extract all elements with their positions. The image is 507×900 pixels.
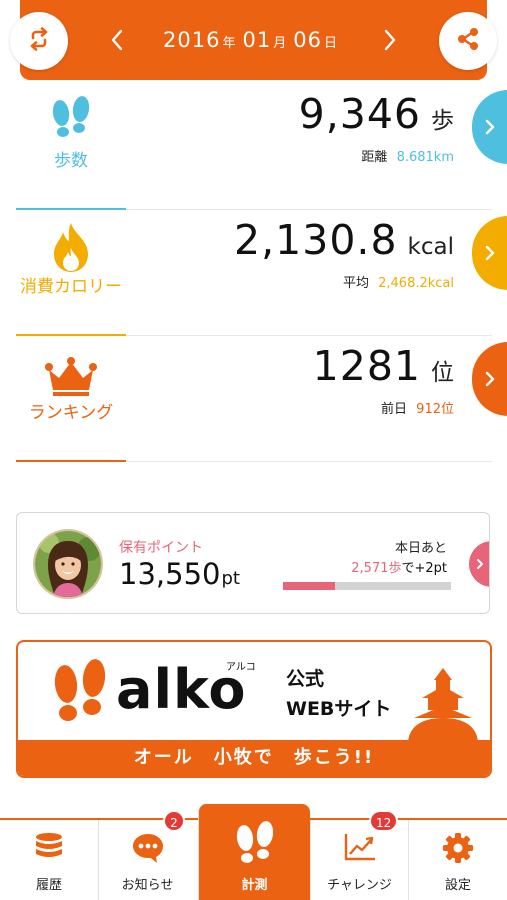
tab-notices[interactable]: お知らせ 2 [98,810,196,900]
footprints-logo-icon [50,656,112,732]
ranking-label: ランキング [28,403,114,423]
date-year-unit: 年 [222,36,236,51]
tab-history[interactable]: 履歴 [0,820,98,900]
points-label: 保有ポイント [119,540,203,556]
tab-measure-label: 計測 [241,878,268,893]
tab-challenge-label: チャレンジ [327,878,392,893]
divider [126,461,492,462]
previous-day-line: 前日 912位 [381,398,454,417]
steps-unit: 歩 [431,108,454,134]
banner-official: 公式 [286,668,325,690]
date-day-unit: 日 [323,36,337,51]
average-label: 平均 [342,276,369,291]
calories-row: 消費カロリー 2,130.8 kcal 平均 2,468.2kcal [16,210,507,336]
points-value: 13,550 [119,557,221,591]
banner-website: WEBサイト [286,698,392,720]
distance-value: 8.681km [396,150,454,165]
alko-website-banner[interactable]: alko アルコ 公式 WEBサイト オール 小牧で 歩こう!! [16,640,492,778]
remaining-steps: 2,571歩 [351,561,402,576]
points-card[interactable]: 保有ポイント 13,550 pt 本日あと 2,571歩で+2pt [16,512,490,614]
calories-unit: kcal [407,234,454,260]
date-month-unit: 月 [273,36,287,51]
ranking-unit: 位 [431,360,454,386]
points-progress-bar [283,582,451,590]
chevron-right-icon [485,119,495,135]
tab-settings[interactable]: 設定 [408,820,507,900]
steps-value: 9,346 [298,90,421,138]
points-value-group: 13,550 pt [119,557,240,591]
ranking-underline [16,460,126,462]
tab-history-label: 履歴 [35,878,62,893]
notices-badge: 2 [163,810,185,832]
chevron-right-icon [485,371,495,387]
steps-tile[interactable]: 歩数 [16,84,126,210]
previous-day-value: 912位 [416,402,454,417]
banner-slogan: オール 小牧で 歩こう!! [18,740,490,776]
next-day-button[interactable] [370,29,410,51]
trend-chart-icon [311,832,408,862]
distance-line: 距離 8.681km [361,146,454,165]
chevron-left-icon [111,29,123,51]
today-remaining-label: 本日あと [394,541,447,556]
tab-settings-label: 設定 [444,878,471,893]
date-year: 2016 [163,28,221,52]
calories-tile[interactable]: 消費カロリー [16,210,126,336]
steps-value-group: 9,346 歩 [299,90,454,138]
chat-bubble-icon [99,832,196,864]
tab-notices-label: お知らせ [121,878,174,893]
footprints-icon [199,820,310,870]
calories-value-group: 2,130.8 kcal [234,216,454,264]
steps-row: 歩数 9,346 歩 距離 8.681km [16,84,507,210]
chevron-right-icon [384,29,396,51]
ranking-detail-button[interactable] [472,342,507,416]
tab-measure[interactable]: 計測 [198,804,310,900]
calories-label: 消費カロリー [20,277,122,297]
steps-label: 歩数 [54,151,88,171]
distance-label: 距離 [361,150,388,165]
steps-detail-button[interactable] [472,90,507,164]
average-line: 平均 2,468.2kcal [343,272,454,291]
current-date: 2016 年 01 月 06 日 [163,28,344,52]
reward-text: で+2pt [401,561,447,576]
bottom-tab-bar: 履歴 お知らせ 2 計測 チャレンジ 12 設定 [0,804,507,900]
footprints-icon [16,94,126,144]
alko-ruby: アルコ [226,662,256,673]
ranking-value-group: 1281 位 [313,342,454,390]
gear-icon [409,832,507,864]
calories-value: 2,130.8 [234,216,398,264]
date-navigator: 2016 年 01 月 06 日 [20,22,487,58]
ranking-row: ランキング 1281 位 前日 912位 [16,336,507,462]
ranking-value: 1281 [312,342,421,390]
database-icon [0,832,98,862]
crown-icon [16,356,126,396]
flame-icon [16,220,126,274]
date-day: 06 [293,28,322,52]
chevron-right-icon [485,245,495,261]
avatar [33,529,103,599]
date-month: 01 [242,28,272,52]
calories-detail-button[interactable] [472,216,507,290]
previous-day-label: 前日 [381,402,408,417]
points-progress-fill [283,582,336,590]
points-unit: pt [221,568,240,589]
remaining-steps-line: 2,571歩で+2pt [351,557,447,576]
ranking-tile[interactable]: ランキング [16,336,126,462]
prev-day-button[interactable] [97,29,137,51]
average-value: 2,468.2kcal [378,276,454,291]
points-detail-button[interactable] [469,541,489,587]
chevron-right-icon [477,559,483,569]
share-icon [455,26,481,56]
challenge-badge: 12 [369,810,399,832]
date-header: 2016 年 01 月 06 日 [10,0,497,80]
share-button[interactable] [439,12,497,70]
tab-challenge[interactable]: チャレンジ 12 [310,810,408,900]
castle-icon [408,666,478,748]
